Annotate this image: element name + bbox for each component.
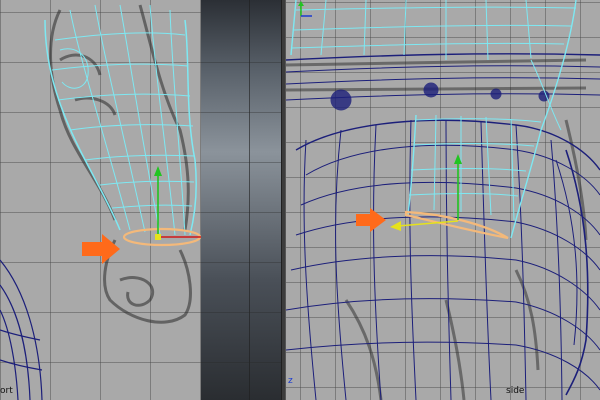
axis-indicator-icon [298,1,312,17]
front-viewport-label: ort [0,386,13,396]
front-wireframe [0,4,201,400]
sleeve-mesh [290,0,577,239]
side-viewport[interactable]: z side [286,0,600,400]
orange-arrow-icon [356,208,386,232]
front-viewport[interactable]: ort [0,0,201,400]
reference-sketch [49,4,192,324]
arm-mesh [44,4,197,236]
torso-mesh [286,53,600,400]
side-wireframe [286,0,600,400]
reference-sketch [286,58,588,400]
side-viewport-label: side [506,386,525,396]
edge-loop [404,210,509,240]
viewport-background-gutter [201,0,281,400]
axis-label-z: z [288,376,293,386]
body-mesh [0,259,43,400]
orange-arrow-icon [82,234,120,264]
